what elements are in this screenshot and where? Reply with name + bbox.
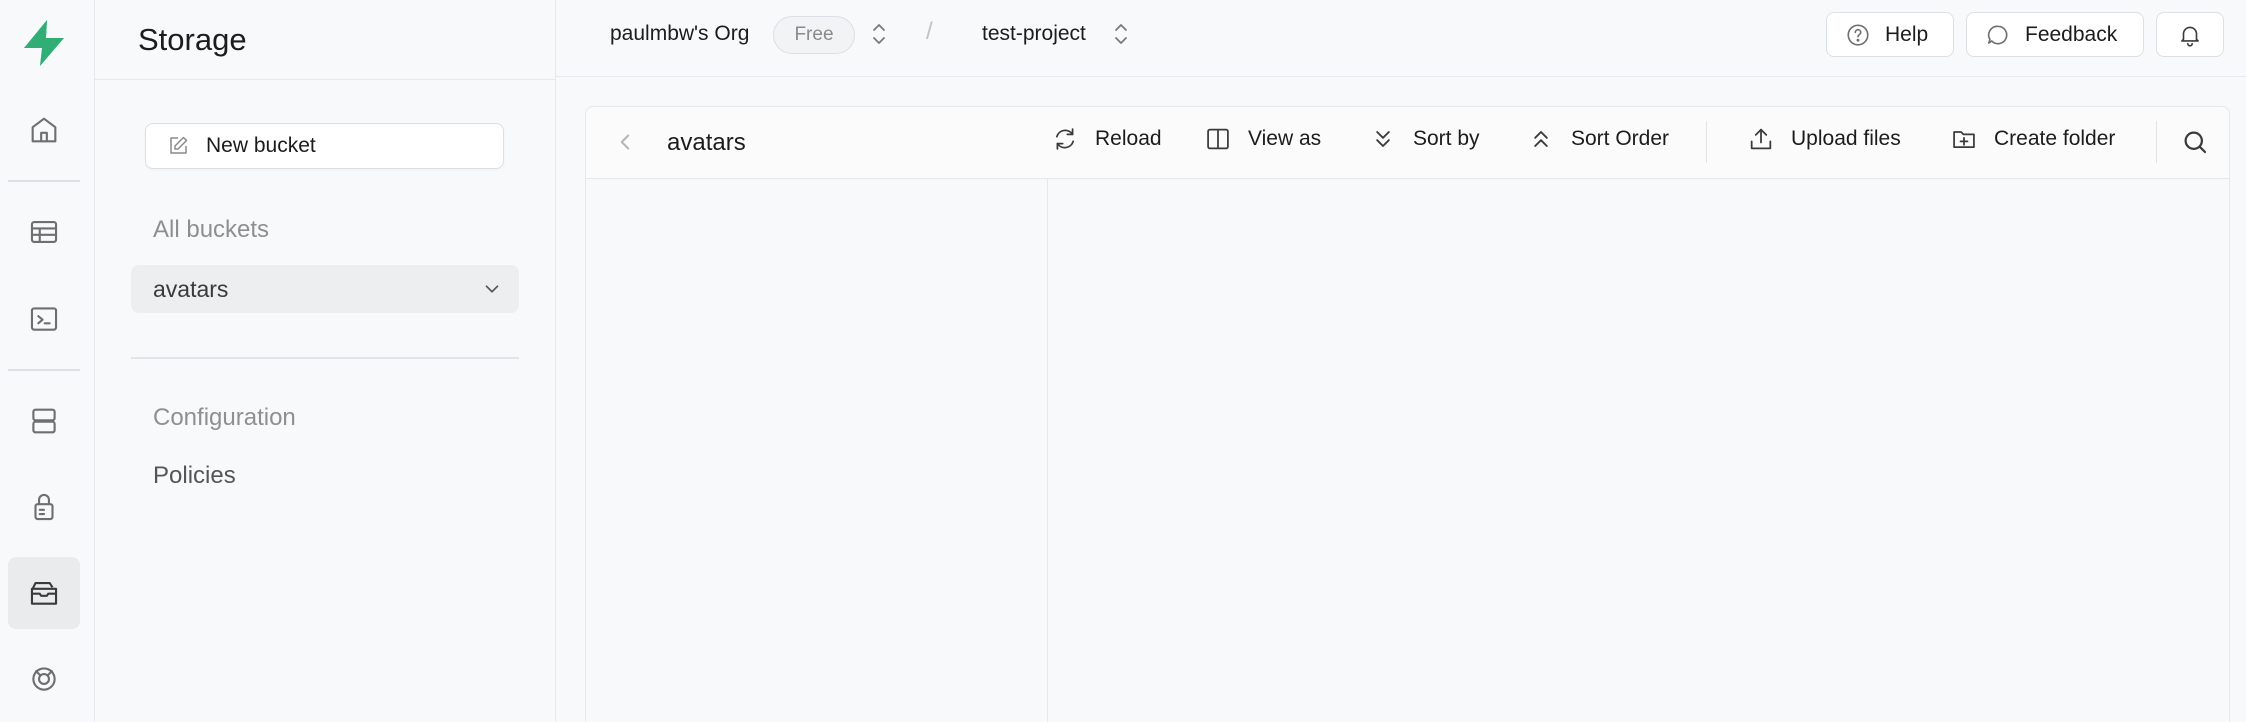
- chevrons-up-icon: [1534, 131, 1548, 147]
- file-explorer: avatars Reload View as Sort by Sort Orde…: [585, 106, 2230, 722]
- top-bar: paulmbw's Org Free / test-project Help F…: [556, 0, 2246, 77]
- configuration-heading: Configuration: [153, 404, 296, 431]
- feedback-button[interactable]: Feedback: [1966, 12, 2144, 57]
- reload-label: Reload: [1095, 127, 1162, 150]
- table-editor-icon[interactable]: [8, 196, 80, 268]
- refresh-icon: [1055, 128, 1075, 150]
- columns-icon: [1207, 128, 1229, 150]
- toolbar-divider: [1706, 121, 1707, 163]
- realtime-icon[interactable]: [8, 643, 80, 715]
- help-label: Help: [1885, 22, 1929, 46]
- auth-icon[interactable]: [8, 471, 80, 543]
- help-icon: [1847, 23, 1869, 46]
- edit-icon: [170, 136, 188, 154]
- sort-by-label: Sort by: [1413, 127, 1480, 150]
- bucket-breadcrumb: avatars: [667, 129, 746, 156]
- upload-files-label: Upload files: [1791, 127, 1901, 150]
- upload-files-button[interactable]: Upload files: [1747, 125, 1901, 153]
- project-selector[interactable]: test-project: [982, 22, 1086, 46]
- icon-rail: [0, 0, 95, 722]
- message-icon: [1987, 25, 2008, 44]
- rail-divider: [8, 369, 80, 371]
- bucket-item-avatars[interactable]: avatars: [131, 265, 519, 313]
- help-button[interactable]: Help: [1826, 12, 1954, 57]
- view-as-button[interactable]: View as: [1204, 125, 1321, 153]
- bucket-item-label: avatars: [153, 275, 229, 302]
- chevrons-down-icon: [1376, 131, 1390, 147]
- column-divider: [1047, 179, 1048, 722]
- search-icon[interactable]: [2180, 127, 2210, 157]
- plan-badge: Free: [773, 16, 855, 54]
- page-title: Storage: [138, 21, 247, 57]
- all-buckets-heading: All buckets: [153, 216, 270, 243]
- org-switcher-icon[interactable]: [869, 20, 889, 48]
- notifications-button[interactable]: [2156, 12, 2224, 57]
- new-bucket-button[interactable]: New bucket: [145, 123, 504, 169]
- sort-by-button[interactable]: Sort by: [1369, 125, 1480, 153]
- database-icon[interactable]: [8, 385, 80, 457]
- logo-icon[interactable]: [20, 18, 68, 68]
- sidebar-divider: [131, 357, 519, 359]
- chevron-left-icon[interactable]: [612, 129, 638, 155]
- new-bucket-label: New bucket: [206, 134, 316, 157]
- rail-divider: [8, 180, 80, 182]
- view-as-label: View as: [1248, 127, 1322, 150]
- folder-plus-icon: [1953, 131, 1975, 149]
- sort-order-label: Sort Order: [1571, 127, 1670, 150]
- storage-sidebar: Storage New bucket All buckets avatars C…: [95, 0, 556, 722]
- feedback-label: Feedback: [2025, 22, 2118, 46]
- storage-icon[interactable]: [8, 557, 80, 629]
- toolbar-divider: [2156, 121, 2157, 163]
- reload-button[interactable]: Reload: [1051, 125, 1162, 153]
- chevron-down-icon[interactable]: [481, 278, 503, 300]
- create-folder-button[interactable]: Create folder: [1950, 125, 2115, 153]
- home-icon[interactable]: [8, 94, 80, 166]
- project-switcher-icon[interactable]: [1111, 20, 1131, 48]
- org-selector[interactable]: paulmbw's Org: [610, 22, 749, 46]
- policies-link[interactable]: Policies: [153, 462, 236, 490]
- create-folder-label: Create folder: [1994, 127, 2116, 150]
- upload-icon: [1750, 128, 1772, 150]
- breadcrumb-separator: /: [926, 18, 933, 45]
- sidebar-header: Storage: [95, 0, 555, 80]
- bell-icon: [2181, 26, 2199, 47]
- sql-editor-icon[interactable]: [8, 283, 80, 355]
- explorer-toolbar: avatars Reload View as Sort by Sort Orde…: [586, 107, 2229, 179]
- sort-order-button[interactable]: Sort Order: [1527, 125, 1669, 153]
